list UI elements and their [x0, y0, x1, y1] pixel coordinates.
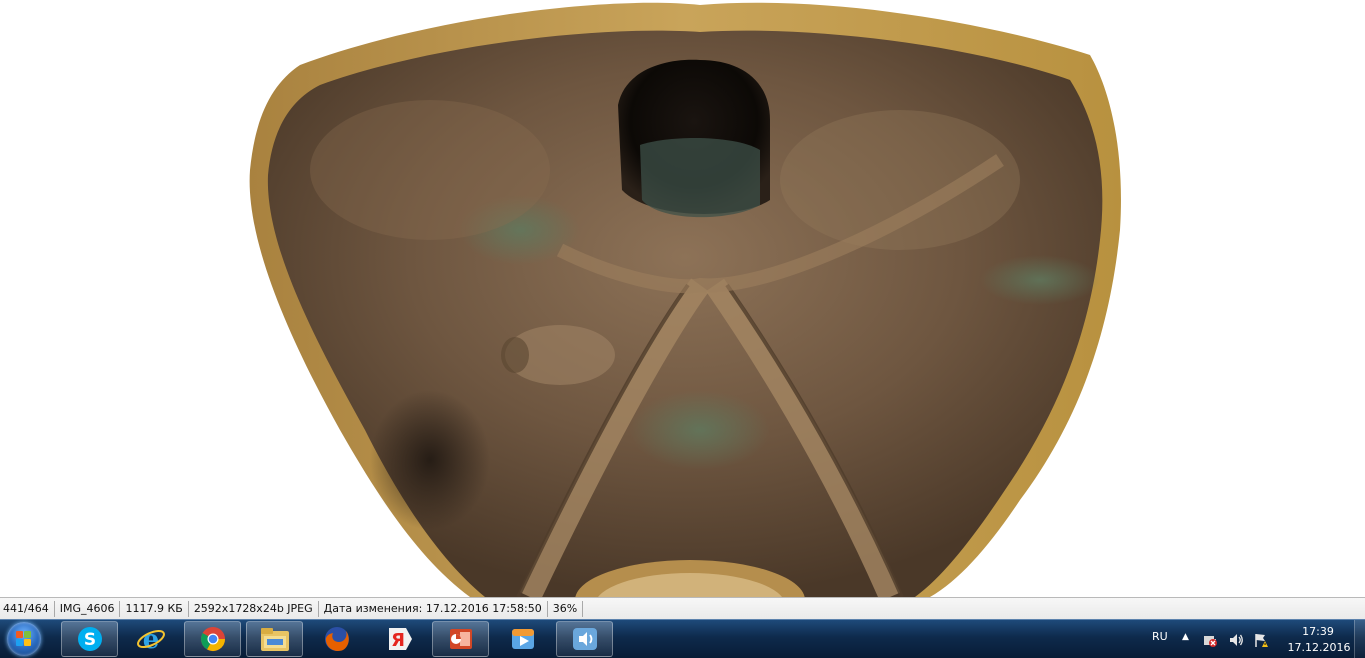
status-bar: 441/464 IMG_4606 1117.9 КБ 2592x1728x24b… — [0, 597, 1365, 619]
file-explorer-icon — [260, 628, 289, 651]
taskbar-media-player[interactable] — [494, 621, 551, 657]
taskbar-volume-app[interactable] — [556, 621, 613, 657]
image-viewer-canvas[interactable] — [0, 0, 1365, 597]
taskbar-powerpoint[interactable] — [432, 621, 489, 657]
taskbar-skype[interactable]: S — [61, 621, 118, 657]
volume-app-icon — [572, 628, 597, 650]
file-name: IMG_4606 — [55, 600, 121, 617]
language-indicator[interactable]: RU — [1152, 630, 1168, 643]
firefox-icon — [324, 627, 349, 651]
file-size: 1117.9 КБ — [120, 600, 189, 617]
svg-text:Я: Я — [391, 630, 405, 651]
show-desktop-button[interactable] — [1354, 620, 1365, 658]
start-button[interactable] — [4, 621, 44, 657]
windows-logo-icon — [7, 622, 41, 656]
taskbar-file-explorer[interactable] — [246, 621, 303, 657]
taskbar-internet-explorer[interactable]: e — [122, 621, 179, 657]
yandex-browser-icon: Я — [388, 628, 412, 651]
speaker-icon[interactable] — [1228, 632, 1244, 648]
internet-explorer-icon: e — [136, 625, 165, 654]
modified-date: Дата изменения: 17.12.2016 17:58:50 — [319, 600, 548, 617]
taskbar-firefox[interactable] — [308, 621, 365, 657]
action-center-flag-icon[interactable] — [1253, 632, 1269, 648]
show-hidden-icons-button[interactable]: ▲ — [1182, 632, 1189, 642]
svg-text:e: e — [142, 625, 159, 654]
powerpoint-icon — [449, 629, 472, 649]
photo-bronze-casting — [249, 2, 1121, 597]
taskbar: S e Я RU ▲ 17:39 17.12.2016 — [0, 619, 1365, 658]
image-index: 441/464 — [0, 600, 55, 617]
media-player-icon — [511, 629, 534, 649]
chrome-icon — [200, 627, 225, 652]
zoom-level: 36% — [548, 600, 584, 617]
image-dimensions: 2592x1728x24b JPEG — [189, 600, 319, 617]
skype-icon: S — [77, 627, 102, 651]
clock-date[interactable]: 17.12.2016 — [1284, 641, 1354, 654]
svg-text:S: S — [83, 630, 95, 650]
power-icon[interactable] — [1202, 632, 1218, 648]
taskbar-chrome[interactable] — [184, 621, 241, 657]
taskbar-yandex-browser[interactable]: Я — [370, 621, 427, 657]
clock-time[interactable]: 17:39 — [1298, 625, 1338, 638]
